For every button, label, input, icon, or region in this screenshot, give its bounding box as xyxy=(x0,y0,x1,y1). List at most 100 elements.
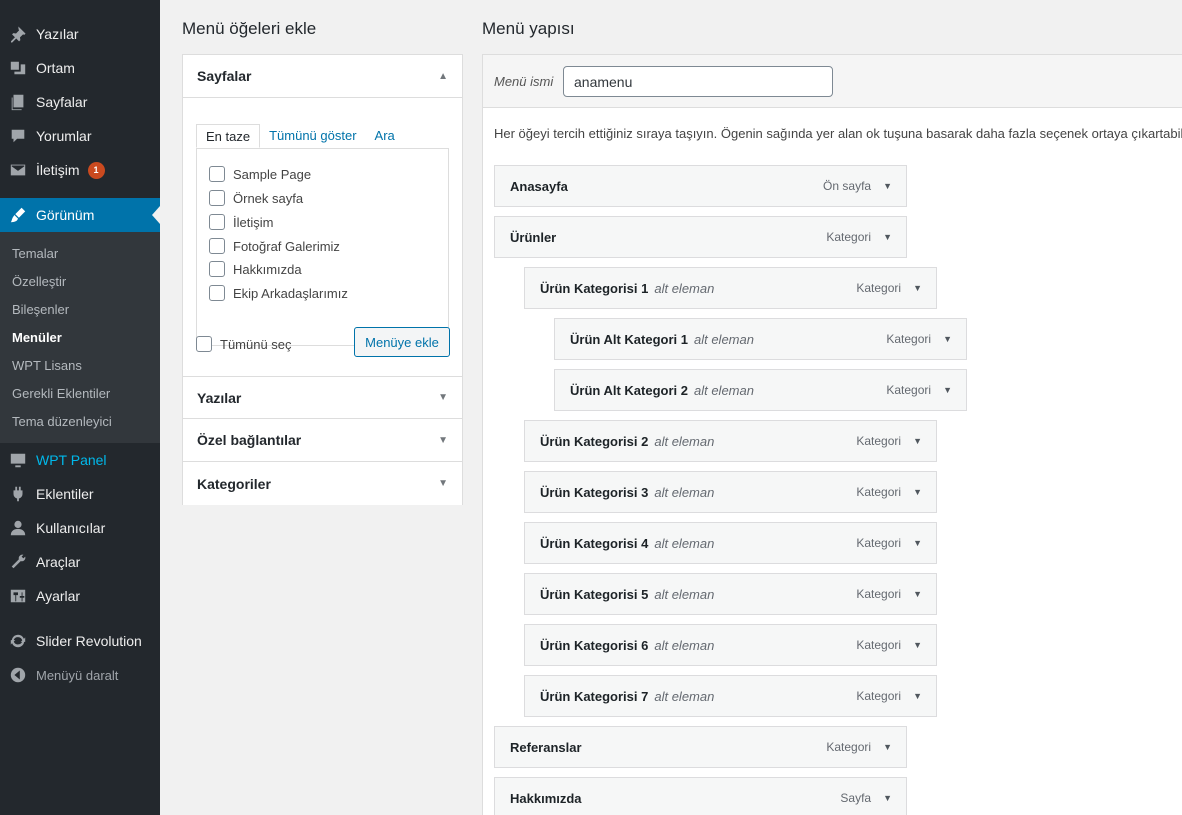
tab-most-recent[interactable]: En taze xyxy=(196,124,261,148)
nav-item-wpt-panel[interactable]: WPT Panel xyxy=(0,443,160,477)
expand-arrow-icon[interactable]: ▼ xyxy=(883,742,892,752)
checkbox[interactable] xyxy=(196,336,212,352)
nav-item-contact[interactable]: İletişim 1 xyxy=(0,153,160,187)
menu-item[interactable]: Hakkımızda Sayfa ▼ xyxy=(494,777,907,815)
checkbox[interactable] xyxy=(209,238,225,254)
menu-item[interactable]: Ürün Kategorisi 1 alt eleman Kategori ▼ xyxy=(524,267,937,309)
menu-item-title: Ürün Alt Kategori 1 xyxy=(570,331,688,347)
add-menu-items-title: Menü öğeleri ekle xyxy=(182,19,317,38)
menu-item-subtitle: alt eleman xyxy=(654,637,715,653)
menu-item-type: Kategori xyxy=(856,638,902,652)
nav-label: Ortam xyxy=(36,60,75,76)
nav-item-users[interactable]: Kullanıcılar xyxy=(0,511,160,545)
nav-item-tools[interactable]: Araçlar xyxy=(0,545,160,579)
menu-item[interactable]: Ürün Kategorisi 6 alt eleman Kategori ▼ xyxy=(524,624,937,666)
menu-structure-panel: Menü ismi Her öğeyi tercih ettiğiniz sır… xyxy=(482,54,1182,815)
collapse-menu-button[interactable]: Menüyü daralt xyxy=(0,658,160,692)
page-option[interactable]: Hakkımızda xyxy=(209,259,302,279)
nav-item-pages[interactable]: Sayfalar xyxy=(0,85,160,119)
expand-arrow-icon[interactable]: ▼ xyxy=(913,640,922,650)
expand-arrow-icon[interactable]: ▼ xyxy=(913,283,922,293)
expand-arrow-icon[interactable]: ▼ xyxy=(913,691,922,701)
menu-item[interactable]: Ürün Kategorisi 7 alt eleman Kategori ▼ xyxy=(524,675,937,717)
nav-label: İletişim xyxy=(36,162,80,178)
nav-item-settings[interactable]: Ayarlar xyxy=(0,579,160,613)
tab-view-all[interactable]: Tümünü göster xyxy=(260,124,365,148)
triangle-down-icon: ▼ xyxy=(438,478,448,489)
submenu-item-required-plugins[interactable]: Gerekli Eklentiler xyxy=(12,386,110,401)
panel-posts-header[interactable]: Yazılar ▼ xyxy=(183,376,462,419)
select-all-checkbox[interactable]: Tümünü seç xyxy=(196,336,292,352)
submenu-item-wpt-license[interactable]: WPT Lisans xyxy=(12,358,82,373)
expand-arrow-icon[interactable]: ▼ xyxy=(913,436,922,446)
checkbox[interactable] xyxy=(209,166,225,182)
nav-label: Ayarlar xyxy=(36,588,81,604)
checkbox[interactable] xyxy=(209,261,225,277)
expand-arrow-icon[interactable]: ▼ xyxy=(883,181,892,191)
submenu-item-themes[interactable]: Temalar xyxy=(12,246,58,261)
appearance-submenu: Temalar Özelleştir Bileşenler Menüler WP… xyxy=(0,232,160,443)
select-all-label: Tümünü seç xyxy=(220,336,292,352)
expand-arrow-icon[interactable]: ▼ xyxy=(913,487,922,497)
nav-label: Görünüm xyxy=(36,207,95,223)
menu-item[interactable]: Anasayfa Ön sayfa ▼ xyxy=(494,165,907,207)
nav-item-plugins[interactable]: Eklentiler xyxy=(0,477,160,511)
menu-item[interactable]: Ürün Alt Kategori 2 alt eleman Kategori … xyxy=(554,369,967,411)
menu-item[interactable]: Ürün Kategorisi 5 alt eleman Kategori ▼ xyxy=(524,573,937,615)
expand-arrow-icon[interactable]: ▼ xyxy=(943,385,952,395)
menu-item-title: Hakkımızda xyxy=(510,790,582,806)
expand-arrow-icon[interactable]: ▼ xyxy=(943,334,952,344)
page-option[interactable]: Ekip Arkadaşlarımız xyxy=(209,283,348,303)
submenu-item-customize[interactable]: Özelleştir xyxy=(12,274,66,289)
menu-item-title: Ürün Alt Kategori 2 xyxy=(570,382,688,398)
menu-item-type: Sayfa xyxy=(840,791,872,805)
menu-item-type: Kategori xyxy=(856,434,902,448)
checkbox[interactable] xyxy=(209,285,225,301)
page-option[interactable]: İletişim xyxy=(209,212,273,232)
tab-search[interactable]: Ara xyxy=(366,124,404,148)
checkbox[interactable] xyxy=(209,190,225,206)
expand-arrow-icon[interactable]: ▼ xyxy=(883,793,892,803)
submenu-item-menus[interactable]: Menüler xyxy=(12,330,62,345)
nav-item-posts[interactable]: Yazılar xyxy=(0,17,160,51)
menu-item-type: Kategori xyxy=(886,332,932,346)
nav-item-slider-revolution[interactable]: Slider Revolution xyxy=(0,624,160,658)
nav-item-media[interactable]: Ortam xyxy=(0,51,160,85)
page-option[interactable]: Sample Page xyxy=(209,164,311,184)
panel-categories-header[interactable]: Kategoriler ▼ xyxy=(183,462,462,505)
expand-arrow-icon[interactable]: ▼ xyxy=(913,589,922,599)
menu-item[interactable]: Ürün Kategorisi 4 alt eleman Kategori ▼ xyxy=(524,522,937,564)
expand-arrow-icon[interactable]: ▼ xyxy=(883,232,892,242)
menu-item-type: Kategori xyxy=(826,230,872,244)
nav-item-comments[interactable]: Yorumlar xyxy=(0,119,160,153)
menu-item-subtitle: alt eleman xyxy=(693,331,754,347)
panel-custom-links-header[interactable]: Özel bağlantılar ▼ xyxy=(183,419,462,462)
collapse-icon xyxy=(0,666,36,684)
checkbox[interactable] xyxy=(209,214,225,230)
panel-pages-header[interactable]: Sayfalar ▲ xyxy=(183,55,462,98)
pin-icon xyxy=(0,25,36,43)
menu-item[interactable]: Ürün Alt Kategori 1 alt eleman Kategori … xyxy=(554,318,967,360)
menu-item-type: Kategori xyxy=(856,536,902,550)
menu-item-subtitle: alt eleman xyxy=(654,535,715,551)
nav-label: WPT Panel xyxy=(36,452,107,468)
submenu-item-theme-editor[interactable]: Tema düzenleyici xyxy=(12,414,112,429)
nav-label: Yazılar xyxy=(36,26,79,42)
brush-icon xyxy=(0,206,36,224)
submenu-item-widgets[interactable]: Bileşenler xyxy=(12,302,69,317)
menu-item[interactable]: Ürünler Kategori ▼ xyxy=(494,216,907,258)
expand-arrow-icon[interactable]: ▼ xyxy=(913,538,922,548)
page-option[interactable]: Örnek sayfa xyxy=(209,188,303,208)
menu-item[interactable]: Ürün Kategorisi 3 alt eleman Kategori ▼ xyxy=(524,471,937,513)
menu-item[interactable]: Referanslar Kategori ▼ xyxy=(494,726,907,768)
monitor-icon xyxy=(0,451,36,469)
menu-instructions: Her öğeyi tercih ettiğiniz sıraya taşıyı… xyxy=(494,126,1182,141)
menu-item-subtitle: alt eleman xyxy=(654,433,715,449)
menu-item[interactable]: Ürün Kategorisi 2 alt eleman Kategori ▼ xyxy=(524,420,937,462)
nav-item-appearance[interactable]: Görünüm xyxy=(0,198,160,232)
add-to-menu-button[interactable]: Menüye ekle xyxy=(354,327,450,357)
page-option[interactable]: Fotoğraf Galerimiz xyxy=(209,236,340,256)
menu-name-input[interactable] xyxy=(563,66,833,97)
pages-checklist: Sample Page Örnek sayfa İletişim Fotoğra… xyxy=(196,148,449,346)
panel-title: Özel bağlantılar xyxy=(197,432,302,448)
